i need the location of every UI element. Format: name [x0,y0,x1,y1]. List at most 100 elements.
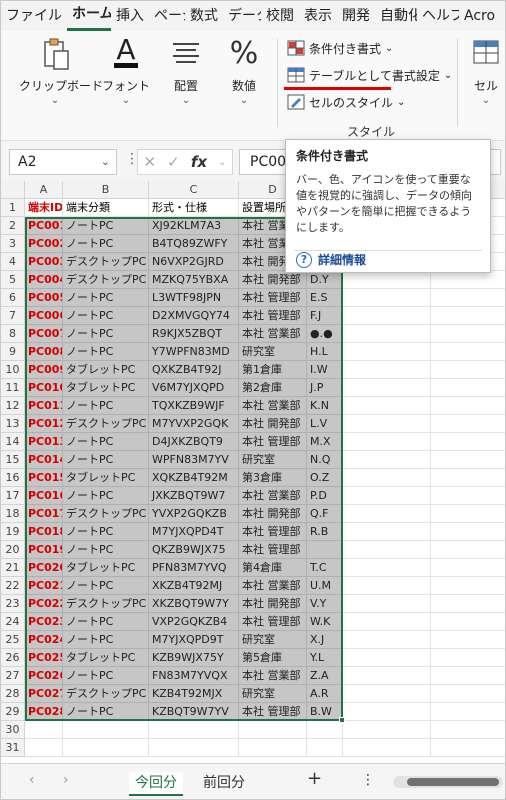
grid-cell[interactable] [343,415,431,433]
data-cell[interactable]: ノートPC [63,307,149,325]
grid-cell[interactable] [343,595,431,613]
data-cell[interactable]: N6VXP2GJRD [149,253,239,271]
more-options-icon[interactable]: ⋮ [361,772,375,788]
data-cell[interactable]: PC012 [25,415,63,433]
data-cell[interactable]: ノートPC [63,523,149,541]
data-cell[interactable]: XKZB4T92MJ [149,577,239,595]
data-cell[interactable]: デスクトップPC [63,505,149,523]
data-cell[interactable]: PC004 [25,271,63,289]
cells-button[interactable]: セル ⌄ [465,35,505,129]
data-cell[interactable]: ノートPC [63,577,149,595]
grid-cell[interactable] [431,613,505,631]
grid-cell[interactable] [431,649,505,667]
grid-cell[interactable] [343,379,431,397]
data-cell[interactable]: PC023 [25,613,63,631]
add-sheet-button[interactable]: + [307,768,322,789]
data-cell[interactable]: PFN83M7YVQ [149,559,239,577]
row-header[interactable]: 9 [1,343,25,361]
data-cell[interactable]: PC014 [25,451,63,469]
clipboard-button[interactable]: クリップボード ⌄ [19,35,103,129]
data-cell[interactable]: L3WTF98JPN [149,289,239,307]
tab-more[interactable]: P [500,1,505,31]
data-cell[interactable]: 本社 開発部 [239,271,307,289]
data-cell[interactable]: デスクトップPC [63,253,149,271]
grid-cell[interactable] [431,577,505,595]
data-cell[interactable]: PC024 [25,631,63,649]
grid-cell[interactable] [239,739,307,757]
row-header[interactable]: 3 [1,235,25,253]
data-cell[interactable]: X.J [307,631,343,649]
grid-cell[interactable] [239,721,307,739]
tab-acrobat[interactable]: Acro [459,1,500,31]
data-cell[interactable]: PC020 [25,559,63,577]
data-cell[interactable]: 本社 管理部 [239,613,307,631]
data-cell[interactable]: 研究室 [239,343,307,361]
grid-cell[interactable] [307,739,343,757]
data-cell[interactable]: 本社 開発部 [239,595,307,613]
grid-cell[interactable] [431,739,505,757]
header-cell[interactable]: 端末ID [25,199,63,217]
data-cell[interactable]: PC026 [25,667,63,685]
tab-formulas[interactable]: 数式 [185,1,223,31]
grid-cell[interactable] [431,325,505,343]
data-cell[interactable]: V6M7YJXQPD [149,379,239,397]
select-all-corner[interactable] [1,181,25,199]
data-cell[interactable]: I.W [307,361,343,379]
grid-cell[interactable] [343,685,431,703]
data-cell[interactable]: O.Z [307,469,343,487]
grid-cell[interactable] [307,721,343,739]
tab-data[interactable]: データ [223,1,261,31]
data-cell[interactable]: PC011 [25,397,63,415]
data-cell[interactable]: PC008 [25,343,63,361]
row-header[interactable]: 16 [1,469,25,487]
data-cell[interactable]: ノートPC [63,289,149,307]
tab-page-layout[interactable]: ページ [149,1,185,31]
grid-cell[interactable] [431,469,505,487]
sheet-tab-current[interactable]: 今回分 [129,772,183,796]
data-cell[interactable]: JXKZBQT9W7 [149,487,239,505]
data-cell[interactable]: ●.● [307,325,343,343]
grid-cell[interactable] [343,289,431,307]
data-cell[interactable]: Q.F [307,505,343,523]
data-cell[interactable]: T.C [307,559,343,577]
format-as-table-button[interactable]: テーブルとして書式設定 ⌄ [287,64,452,86]
grid-cell[interactable] [343,343,431,361]
data-cell[interactable]: 本社 営業部 [239,325,307,343]
grid-cell[interactable] [431,667,505,685]
data-cell[interactable]: Z.A [307,667,343,685]
scrollbar-thumb[interactable] [407,778,499,786]
row-header[interactable]: 19 [1,523,25,541]
row-header[interactable]: 31 [1,739,25,757]
font-button[interactable]: A フォント ⌄ [101,33,151,129]
row-header[interactable]: 25 [1,631,25,649]
grid-cell[interactable] [25,739,63,757]
data-cell[interactable]: ノートPC [63,451,149,469]
cell-styles-button[interactable]: セルのスタイル ⌄ [287,91,405,113]
alignment-button[interactable]: 配置 ⌄ [161,35,211,129]
grid-cell[interactable] [431,631,505,649]
grid-cell[interactable] [149,721,239,739]
grid-cell[interactable] [431,271,505,289]
horizontal-scrollbar[interactable] [393,776,503,788]
data-cell[interactable]: U.M [307,577,343,595]
grid-cell[interactable] [431,505,505,523]
grid-cell[interactable] [343,505,431,523]
data-cell[interactable]: M.X [307,433,343,451]
row-header[interactable]: 18 [1,505,25,523]
data-cell[interactable]: ノートPC [63,397,149,415]
data-cell[interactable]: ノートPC [63,667,149,685]
row-header[interactable]: 12 [1,397,25,415]
data-cell[interactable]: PC010 [25,379,63,397]
data-cell[interactable]: 本社 管理部 [239,523,307,541]
data-cell[interactable]: 第1倉庫 [239,361,307,379]
data-cell[interactable]: PC003 [25,253,63,271]
grid-cell[interactable] [431,559,505,577]
tab-view[interactable]: 表示 [299,1,337,31]
data-cell[interactable]: 第4倉庫 [239,559,307,577]
grid-cell[interactable] [343,433,431,451]
tab-help[interactable]: ヘルプ [417,1,459,31]
data-cell[interactable]: R.B [307,523,343,541]
data-cell[interactable]: デスクトップPC [63,415,149,433]
data-cell[interactable]: ノートPC [63,631,149,649]
grid-cell[interactable] [431,433,505,451]
